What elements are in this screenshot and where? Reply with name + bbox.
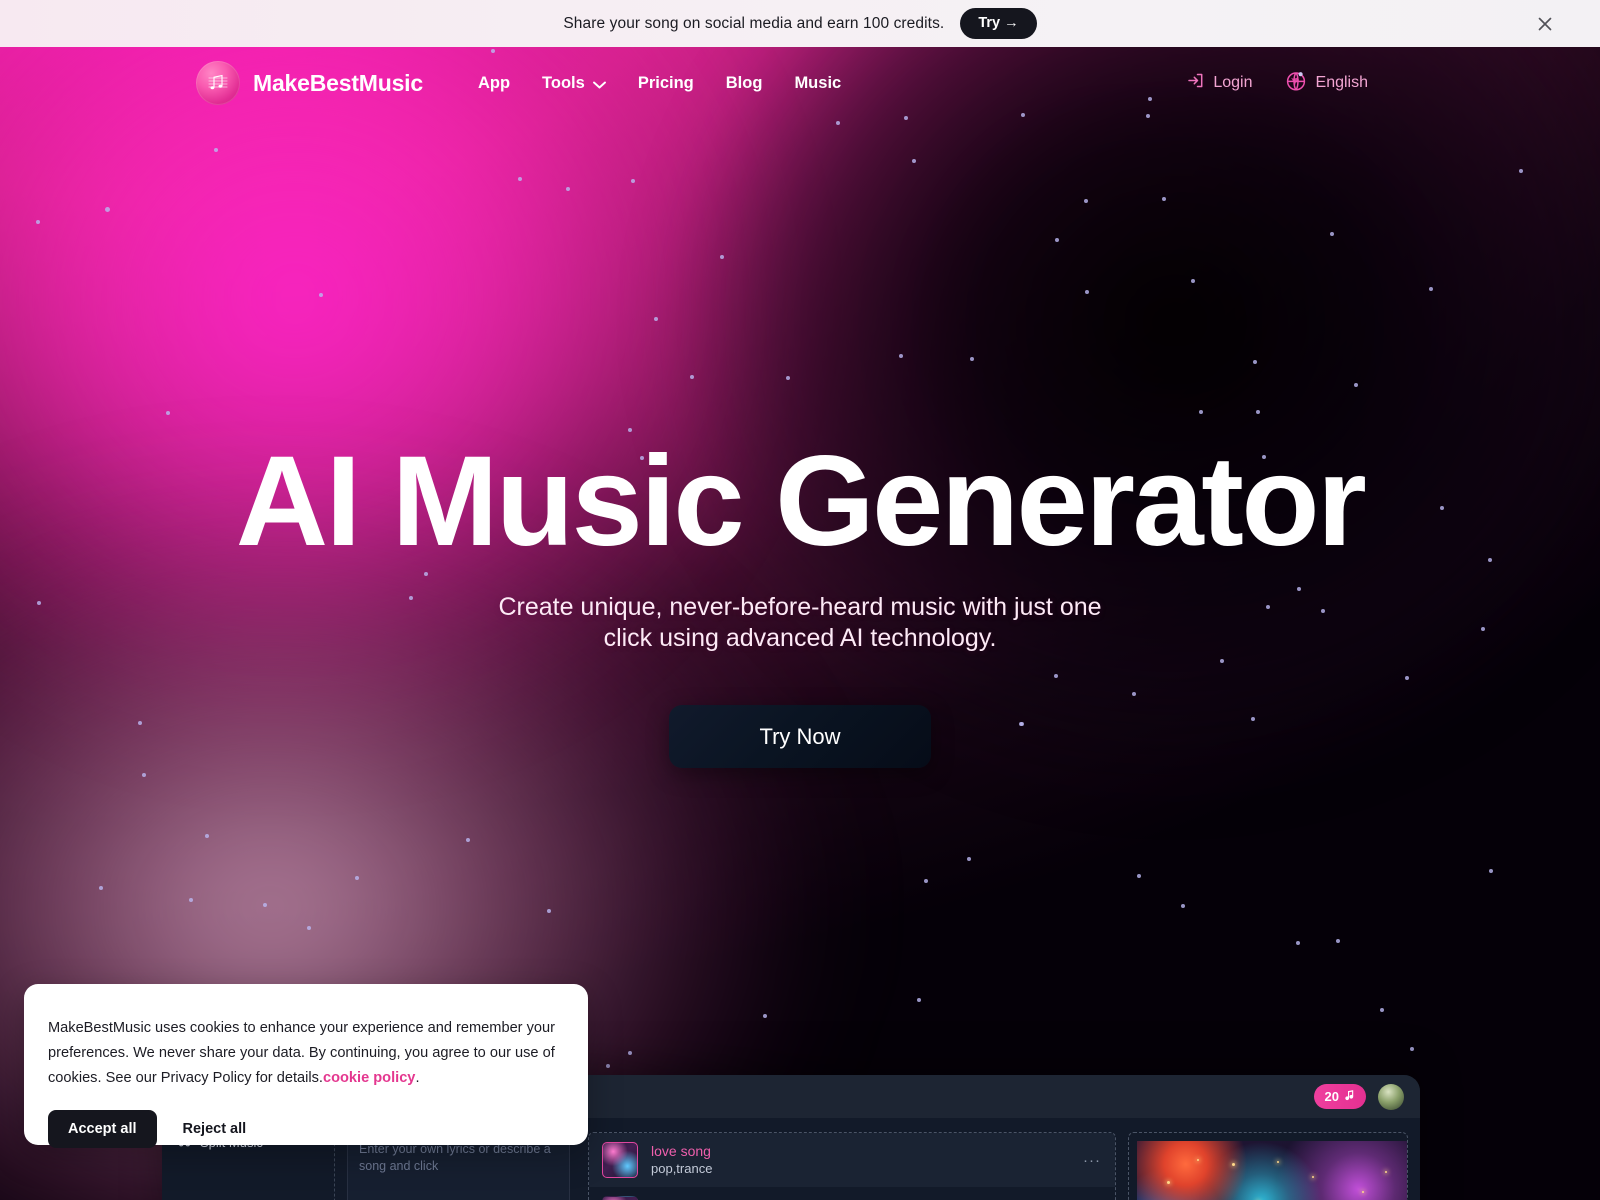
- nav-link-app[interactable]: App: [462, 66, 526, 101]
- close-icon[interactable]: [1534, 13, 1556, 35]
- user-avatar[interactable]: [1378, 1083, 1404, 1110]
- chevron-down-icon: [592, 75, 606, 94]
- nav-link-label: Blog: [725, 73, 763, 92]
- table-row[interactable]: love song pop,trance ···: [589, 1133, 1115, 1187]
- nav-link-blog[interactable]: Blog: [710, 66, 779, 101]
- cookie-banner-actions: Accept all Reject all: [48, 1110, 556, 1149]
- language-selector[interactable]: English: [1284, 69, 1368, 98]
- login-button[interactable]: Login: [1186, 71, 1253, 95]
- album-art-preview: [1128, 1132, 1408, 1200]
- nav-link-tools[interactable]: Tools: [526, 65, 622, 102]
- song-thumbnail: [602, 1196, 638, 1200]
- cookie-banner-text: MakeBestMusic uses cookies to enhance yo…: [48, 1016, 556, 1091]
- brand-name: MakeBestMusic: [253, 69, 423, 96]
- globe-icon: [1284, 69, 1308, 98]
- cookie-text-body: MakeBestMusic uses cookies to enhance yo…: [48, 1020, 555, 1087]
- announcement-bar: Share your song on social media and earn…: [0, 0, 1600, 47]
- cookie-text-period: .: [415, 1070, 420, 1087]
- credits-badge[interactable]: 20: [1313, 1084, 1366, 1109]
- song-tags: pop,trance: [651, 1161, 713, 1177]
- reject-all-button[interactable]: Reject all: [171, 1110, 259, 1148]
- main-navigation: MakeBestMusic App Tools Pricing Blog Mus…: [0, 47, 1600, 119]
- nav-link-music[interactable]: Music: [778, 66, 857, 101]
- album-art-canvas: [1137, 1141, 1407, 1200]
- accept-all-button[interactable]: Accept all: [48, 1110, 157, 1149]
- song-thumbnail: [602, 1142, 638, 1178]
- nav-link-label: App: [477, 73, 511, 92]
- nav-right-actions: Login English: [1186, 69, 1368, 98]
- nav-link-label: Tools: [542, 73, 585, 92]
- language-label: English: [1315, 74, 1368, 91]
- cookie-consent-banner: MakeBestMusic uses cookies to enhance yo…: [24, 984, 588, 1149]
- nav-link-pricing[interactable]: Pricing: [622, 66, 710, 101]
- nav-link-label: Music: [794, 73, 842, 92]
- brand-logo[interactable]: MakeBestMusic: [196, 61, 423, 105]
- song-title: love song: [651, 1142, 711, 1159]
- music-staff-logo-icon: [196, 61, 240, 105]
- table-row[interactable]: love song pop,trance ···: [589, 1187, 1115, 1200]
- nav-link-label: Pricing: [637, 73, 694, 92]
- login-label: Login: [1213, 74, 1253, 91]
- song-list: love song pop,trance ··· love song pop,t…: [588, 1132, 1116, 1200]
- credits-count: 20: [1324, 1089, 1339, 1104]
- song-meta: love song pop,trance: [651, 1142, 713, 1177]
- more-horizontal-icon[interactable]: ···: [1083, 1152, 1101, 1169]
- try-now-button[interactable]: Try Now: [669, 705, 931, 769]
- announcement-try-button[interactable]: Try →: [960, 8, 1037, 39]
- music-note-icon: [1344, 1089, 1355, 1104]
- cookie-policy-link[interactable]: cookie policy: [323, 1070, 415, 1086]
- announcement-text: Share your song on social media and earn…: [563, 14, 945, 32]
- sign-in-icon: [1186, 71, 1205, 95]
- nav-links: App Tools Pricing Blog Music: [462, 65, 857, 102]
